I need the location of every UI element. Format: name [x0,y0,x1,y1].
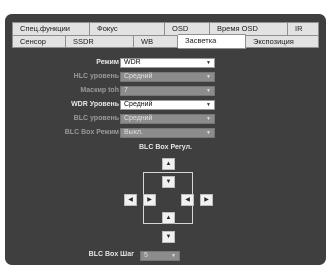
blc-level-value: Средний [124,115,153,122]
tab-ssdr[interactable]: SSDR [66,35,134,48]
tab-row-2: Сенсор SSDR WB Засветка Экспозиция [12,34,319,49]
mask-toh-value: 7 [124,87,128,94]
blc-box-title: BLC Box Регул. [139,144,192,151]
box-move-up-button[interactable]: ▲ [162,158,175,170]
settings-panel [5,14,326,265]
hlc-level-row: HLC уровень Средний ▼ [0,72,331,82]
hlc-level-label: HLC уровень [73,73,119,80]
mode-value: WDR [124,59,141,66]
wdr-level-row: WDR Уровень Средний ▼ [0,100,331,110]
mask-toh-label: Маскир toh [80,87,119,94]
chevron-down-icon: ▼ [206,60,211,66]
arrow-left-icon: ◀ [128,197,133,203]
wdr-level-select[interactable]: Средний ▼ [120,100,215,110]
chevron-down-icon: ▼ [206,116,211,122]
blc-step-select: 5 ▼ [140,251,180,261]
mode-label: Режим [96,59,119,66]
blc-box-mode-row: BLC Box Режим Выкл. ▼ [0,128,331,138]
wdr-level-value: Средний [124,101,153,108]
arrow-up-icon: ▲ [165,161,172,167]
tab-exposure[interactable]: Экспозиция [246,35,319,48]
hlc-level-value: Средний [124,73,153,80]
blc-step-value: 5 [144,252,148,259]
tab-bar: Спец.функции Фокус OSD Время OSD IR Сенс… [12,22,319,49]
box-move-down-button[interactable]: ▼ [162,231,175,243]
chevron-down-icon: ▼ [206,130,211,136]
arrow-left-icon: ◀ [185,197,190,203]
hlc-level-select: Средний ▼ [120,72,215,82]
tab-backlight[interactable]: Засветка [178,34,246,49]
box-left-shrink-button[interactable]: ▶ [143,194,156,206]
box-move-right-button[interactable]: ▶ [200,194,213,206]
arrow-right-icon: ▶ [147,197,152,203]
chevron-down-icon: ▼ [206,102,211,108]
chevron-down-icon: ▼ [206,88,211,94]
blc-box-mode-value: Выкл. [124,129,143,136]
arrow-down-icon: ▼ [165,234,172,240]
tab-special-functions[interactable]: Спец.функции [12,22,90,35]
blc-box-mode-label: BLC Box Режим [64,129,119,136]
tab-sensor[interactable]: Сенсор [12,35,66,48]
blc-level-row: BLC уровень Средний ▼ [0,114,331,124]
tab-row-1: Спец.функции Фокус OSD Время OSD IR [12,22,319,35]
chevron-down-icon: ▼ [171,253,176,259]
blc-box-mode-select: Выкл. ▼ [120,128,215,138]
mode-row: Режим WDR ▼ [0,58,331,68]
box-top-shrink-button[interactable]: ▼ [162,176,175,188]
mask-toh-row: Маскир toh 7 ▼ [0,86,331,96]
tab-focus[interactable]: Фокус [90,22,165,35]
box-bottom-shrink-button[interactable]: ▲ [162,212,175,224]
mask-toh-select: 7 ▼ [120,86,215,96]
box-right-shrink-button[interactable]: ◀ [181,194,194,206]
arrow-up-icon: ▲ [165,215,172,221]
blc-step-label: BLC Box Шаг [88,251,134,258]
blc-level-label: BLC уровень [73,115,119,122]
mode-select[interactable]: WDR ▼ [120,58,215,68]
arrow-down-icon: ▼ [165,179,172,185]
tab-wb[interactable]: WB [134,35,178,48]
wdr-level-label: WDR Уровень [71,101,119,108]
chevron-down-icon: ▼ [206,74,211,80]
blc-level-select: Средний ▼ [120,114,215,124]
box-move-left-button[interactable]: ◀ [124,194,137,206]
arrow-right-icon: ▶ [204,197,209,203]
tab-ir[interactable]: IR [288,22,319,35]
